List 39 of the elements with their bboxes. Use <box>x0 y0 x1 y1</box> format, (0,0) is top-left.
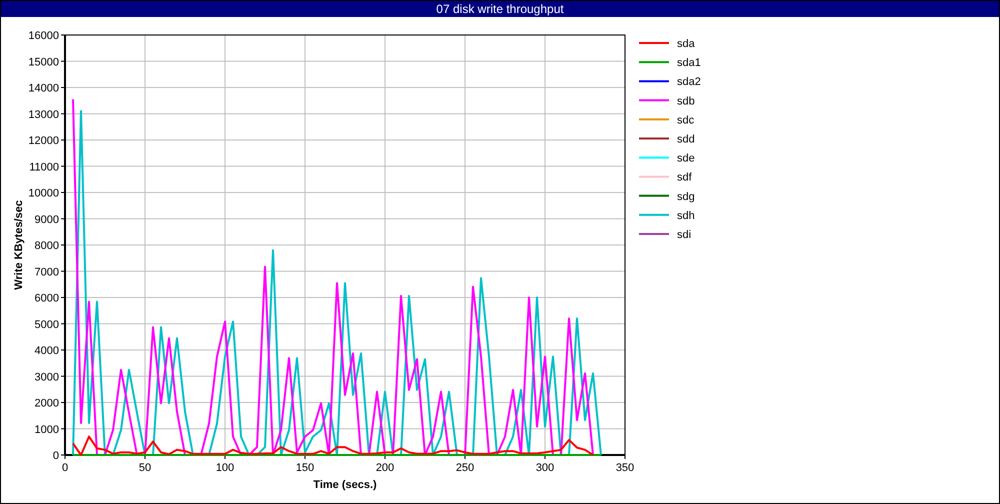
axis-tick-label: 250 <box>456 462 474 474</box>
axis-tick-label: 16000 <box>28 30 59 42</box>
x-axis-title: Time (secs.) <box>313 479 377 491</box>
axis-tick-label: 0 <box>62 462 68 474</box>
axis-tick-label: 350 <box>616 462 634 474</box>
axis-tick-label: 11000 <box>29 161 59 174</box>
axis-tick-label: 100 <box>216 462 234 474</box>
y-axis-title: Write KBytes/sec <box>13 200 25 290</box>
legend-label: sdi <box>677 229 692 241</box>
legend-label: sdg <box>677 190 695 203</box>
axis-tick-label: 200 <box>376 462 394 474</box>
legend-label: sda1 <box>677 57 701 70</box>
axis-tick-label: 4000 <box>34 345 59 357</box>
axis-tick-label: 0 <box>52 450 59 462</box>
axis-tick-label: 50 <box>138 462 152 474</box>
axis-tick-label: 300 <box>536 462 554 474</box>
axis-tick-label: 8000 <box>34 240 59 252</box>
legend-label: sdb <box>677 95 695 108</box>
legend-label: sdc <box>677 114 694 126</box>
legend-label: sdh <box>677 210 695 222</box>
axis-tick-label: 3000 <box>34 371 59 384</box>
axis-tick-label: 5000 <box>34 318 59 331</box>
chart-title: 07 disk write throughput <box>1 1 999 17</box>
legend-label: sdd <box>677 134 695 146</box>
axis-tick-label: 1000 <box>34 424 59 436</box>
axis-tick-label: 6000 <box>34 292 59 304</box>
axis-tick-label: 13000 <box>28 108 59 121</box>
axis-tick-label: 9000 <box>34 214 59 226</box>
axis-tick-label: 7000 <box>34 266 59 278</box>
legend-label: sde <box>677 152 695 165</box>
axis-tick-label: 2000 <box>34 398 59 410</box>
axis-tick-label: 150 <box>296 462 314 474</box>
legend-label: sdf <box>677 172 692 184</box>
axis-tick-label: 10000 <box>28 188 59 200</box>
legend-label: sda <box>677 38 695 50</box>
axis-tick-label: 15000 <box>28 56 59 68</box>
axis-tick-label: 14000 <box>28 82 59 94</box>
axis-tick-label: 12000 <box>28 135 59 147</box>
legend-label: sda2 <box>677 76 701 88</box>
